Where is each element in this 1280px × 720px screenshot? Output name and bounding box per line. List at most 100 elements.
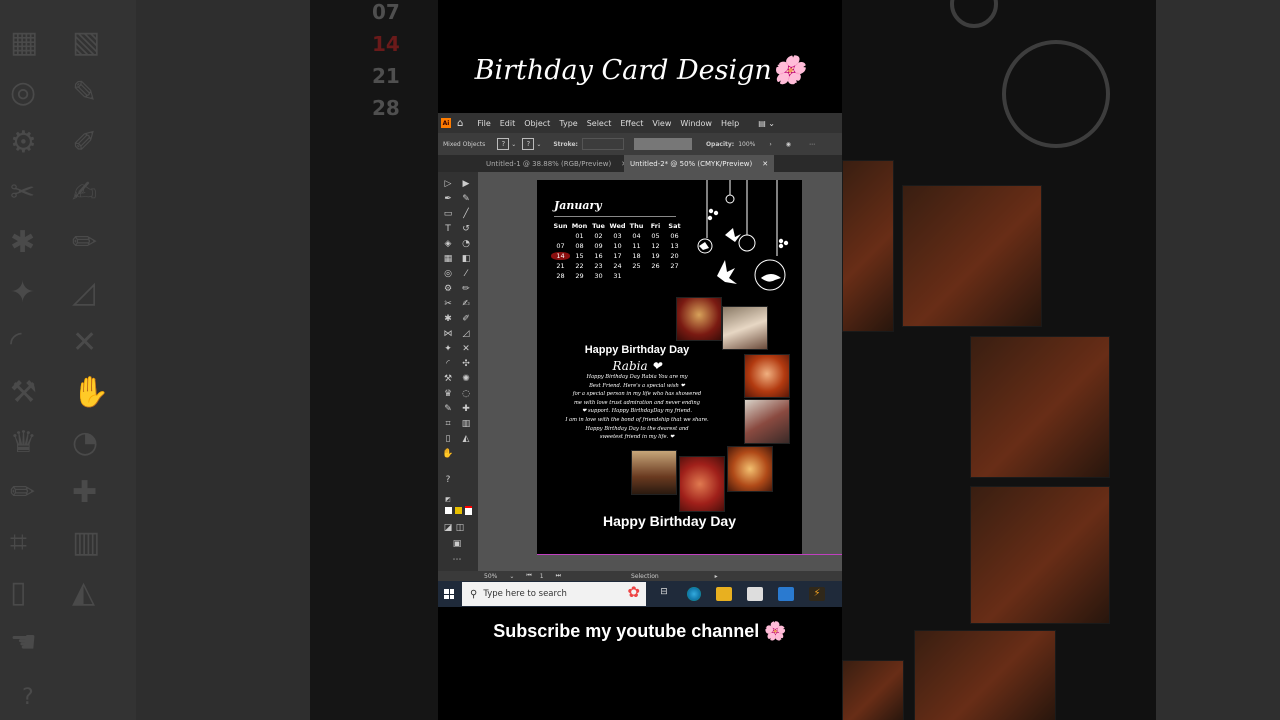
none-swatch-icon[interactable] — [461, 506, 475, 518]
mail-icon[interactable] — [778, 587, 794, 601]
eraser-tool-icon[interactable]: ◈ — [441, 238, 455, 250]
calendar-day: 11 — [632, 242, 641, 250]
menu-window[interactable]: Window — [680, 119, 712, 128]
menu-object[interactable]: Object — [524, 119, 550, 128]
magic-wand-tool-icon[interactable]: ✦ — [441, 343, 455, 355]
collage-photo[interactable] — [727, 446, 773, 492]
stroke-swatch-icon[interactable]: ? — [522, 138, 535, 150]
direct-selection-tool-icon[interactable]: ▶ — [459, 178, 473, 190]
menu-view[interactable]: View — [652, 119, 671, 128]
edge-browser-icon[interactable] — [687, 587, 701, 601]
collage-photo[interactable] — [744, 399, 790, 444]
crop-tool-icon[interactable]: ⌗ — [441, 418, 455, 430]
home-icon[interactable]: ⌂ — [457, 118, 463, 129]
paintbrush-tool-icon[interactable]: ╱ — [459, 208, 473, 220]
power-app-icon[interactable]: ⚡ — [809, 587, 825, 601]
collage-photo[interactable] — [631, 450, 677, 495]
selection-tool-icon[interactable]: ▷ — [441, 178, 455, 190]
symbol-sprayer-tool-icon[interactable]: ✱ — [441, 313, 455, 325]
mesh-tool-icon[interactable]: ▦ — [441, 253, 455, 265]
pen-tool-icon[interactable]: ✒ — [441, 193, 455, 205]
pin-tool-icon[interactable]: ✚ — [459, 403, 473, 415]
task-view-icon[interactable]: ⊟ — [656, 587, 672, 601]
crystallize-tool-icon[interactable]: ✺ — [459, 373, 473, 385]
collage-photo[interactable] — [676, 297, 722, 341]
more-tools-icon[interactable]: ⋯ — [450, 554, 464, 566]
recolor-icon[interactable]: ◉ — [786, 141, 791, 148]
lasso-tool-icon[interactable]: ◌ — [459, 388, 473, 400]
collage-photo[interactable] — [744, 354, 790, 398]
artboard-tool-icon[interactable]: ▯ — [441, 433, 455, 445]
puppet-warp-tool-icon[interactable]: ⚙ — [441, 283, 455, 295]
first-artboard-icon[interactable]: ⏮ — [526, 572, 531, 580]
align-options-icon[interactable]: ⋯ — [809, 141, 815, 148]
width-tool-icon[interactable]: ⋈ — [441, 328, 455, 340]
eyedropper-tool-icon[interactable]: ⁄ — [459, 268, 473, 280]
knife-tool-icon[interactable]: ⚒ — [441, 373, 455, 385]
rectangle-tool-icon[interactable]: ▭ — [441, 208, 455, 220]
menu-file[interactable]: File — [477, 119, 490, 128]
background-symbol-icon: ✱ — [10, 225, 36, 260]
gradient-tool-icon[interactable]: ◧ — [459, 253, 473, 265]
help-icon[interactable]: ? — [441, 474, 455, 486]
fill-swatch-icon[interactable]: ? — [497, 138, 510, 150]
background-warp-icon: ✕ — [72, 325, 98, 360]
menu-help[interactable]: Help — [721, 119, 739, 128]
slice-tool-icon[interactable]: ◭ — [459, 433, 473, 445]
background-blob-icon: ✍ — [72, 175, 98, 210]
calendar-day: 06 — [670, 232, 679, 240]
background-day-28: 28 — [372, 96, 400, 120]
status-expand-icon[interactable]: ▸ — [715, 573, 718, 580]
file-explorer-icon[interactable] — [716, 587, 732, 601]
artboard-birthday-card[interactable]: January Sun Mon Tue Wed Thu Fri Sat 01 02 03 04 05 0… — [537, 180, 802, 554]
message-line: for a special person in my life who has … — [572, 391, 702, 398]
collage-photo[interactable] — [679, 456, 725, 512]
scissors-tool-icon[interactable]: ✂ — [441, 298, 455, 310]
warp-tool-icon[interactable]: ✕ — [459, 343, 473, 355]
crown-tool-icon[interactable]: ♛ — [441, 388, 455, 400]
curvature-tool-icon[interactable]: ✎ — [459, 193, 473, 205]
pencil-tool-icon[interactable]: ✏ — [459, 283, 473, 295]
graph-tool-icon[interactable]: ▥ — [459, 418, 473, 430]
brush-definition-field[interactable] — [633, 138, 692, 150]
menu-edit[interactable]: Edit — [500, 119, 516, 128]
collage-photo[interactable] — [722, 306, 768, 350]
hand-tool-icon[interactable]: ✋ — [441, 448, 455, 460]
pencil-alt-tool-icon[interactable]: ✎ — [441, 403, 455, 415]
tab-untitled-2[interactable]: Untitled-2* @ 50% (CMYK/Preview) ✕ — [624, 155, 775, 172]
close-icon[interactable]: ✕ — [762, 160, 768, 168]
stroke-dropdown-icon[interactable]: ⌄ — [536, 141, 541, 148]
blob-brush-tool-icon[interactable]: ✍ — [459, 298, 473, 310]
type-tool-icon[interactable]: T — [441, 223, 455, 235]
fill-dropdown-icon[interactable]: ⌄ — [511, 141, 516, 148]
shape-builder-tool-icon[interactable]: ◔ — [459, 238, 473, 250]
tab-untitled-1[interactable]: Untitled-1 @ 38.88% (RGB/Preview) ✕ — [480, 155, 633, 172]
taskbar-search-box[interactable]: ⚲ Type here to search ✿ — [462, 582, 646, 606]
message-line: Best Friend. Here's a special wish ❤ — [589, 382, 685, 389]
draw-behind-icon[interactable]: ◫ — [453, 522, 467, 534]
free-transform-tool-icon[interactable]: ✣ — [459, 358, 473, 370]
screen-mode-icon[interactable]: ▣ — [450, 538, 464, 550]
smooth-tool-icon[interactable]: ✐ — [459, 313, 473, 325]
menu-type[interactable]: Type — [559, 119, 577, 128]
default-colors-icon[interactable]: ◩ — [441, 494, 455, 506]
workspace-switcher-icon[interactable]: ▤ ⌄ — [758, 119, 775, 128]
stroke-weight-field[interactable] — [581, 138, 624, 150]
windows-start-icon[interactable] — [444, 589, 454, 599]
artboard-number[interactable]: 1 — [540, 573, 544, 580]
blend-tool-icon[interactable]: ◎ — [441, 268, 455, 280]
arc-tool-icon[interactable]: ◜ — [441, 358, 455, 370]
message-line: sweetest friend in my life. ❤ — [599, 434, 675, 441]
calendar-day — [627, 272, 646, 280]
menu-effect[interactable]: Effect — [620, 119, 643, 128]
store-icon[interactable] — [747, 587, 763, 601]
last-artboard-icon[interactable]: ⏭ — [556, 572, 561, 580]
zoom-dropdown-icon[interactable]: ⌄ — [509, 573, 514, 580]
opacity-field[interactable]: 100% — [738, 141, 755, 148]
zoom-level[interactable]: 50% — [484, 573, 497, 580]
perspective-grid-tool-icon[interactable]: ◿ — [459, 328, 473, 340]
rotate-tool-icon[interactable]: ↺ — [459, 223, 473, 235]
menu-select[interactable]: Select — [587, 119, 612, 128]
expand-arrow-icon[interactable]: › — [769, 141, 771, 148]
background-photo — [842, 660, 904, 720]
